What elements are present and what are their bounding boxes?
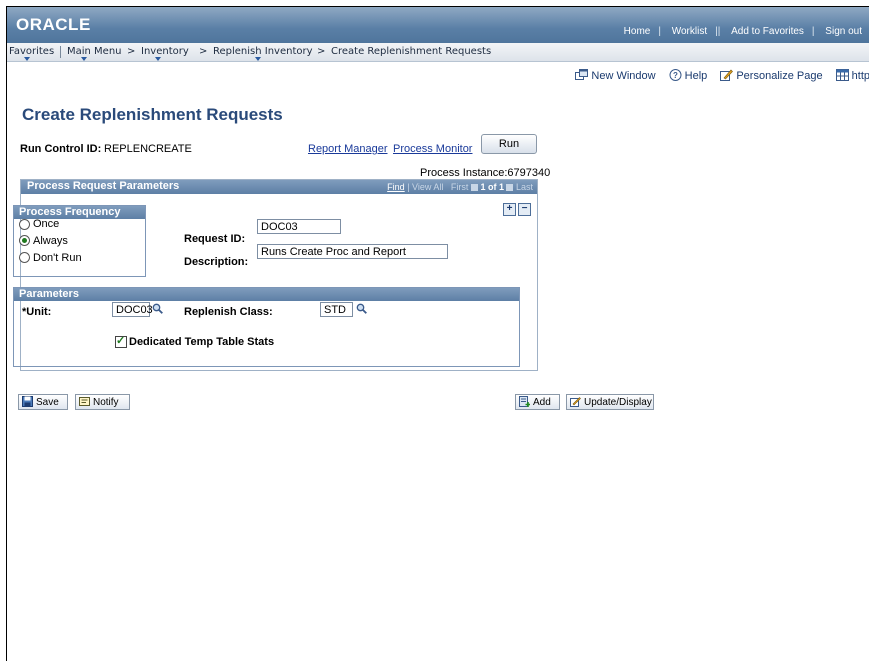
personalize-page-link[interactable]: Personalize Page [720,69,823,82]
row-count: 1 of 1 [480,182,504,192]
breadcrumb-inventory[interactable]: Inventory [141,46,189,57]
browser-frame: ORACLE Home | Worklist || Add to Favorites… [6,6,869,661]
header-separator: | [658,26,661,37]
run-button[interactable]: Run [481,134,537,154]
update-display-button[interactable]: Update/Display [566,394,654,410]
replenish-class-lookup-icon[interactable] [356,303,367,314]
add-icon [519,396,530,407]
worklist-link[interactable]: Worklist [672,26,707,37]
notify-label: Notify [93,397,119,408]
page-title: Create Replenishment Requests [22,105,283,124]
breadcrumb-separator: > [127,46,136,57]
help-link[interactable]: ? Help [669,69,708,82]
frequency-dont-run-radio[interactable] [19,252,30,263]
replenish-class-label: Replenish Class: [184,306,273,318]
notify-button[interactable]: Notify [75,394,130,410]
help-label: Help [684,70,708,82]
svg-text:?: ? [673,71,678,80]
process-frequency-title: Process Frequency [19,206,121,218]
add-row-button[interactable]: + [503,203,516,216]
view-all-link: View All [412,182,444,192]
chevron-down-icon [24,57,30,61]
app-header: ORACLE Home | Worklist || Add to Favorites… [7,7,869,43]
dedicated-temp-table-label: Dedicated Temp Table Stats [129,336,275,348]
report-manager-link[interactable]: Report Manager [308,143,388,155]
panel-header: Process Request Parameters Find | View A… [21,180,537,194]
http-link[interactable]: http [835,69,869,82]
breadcrumb-current: Create Replenishment Requests [331,46,492,57]
unit-lookup-icon[interactable] [152,303,163,314]
chevron-down-icon [155,57,161,61]
header-separator: | [811,26,815,37]
frequency-dont-run-label: Don't Run [33,252,82,264]
sign-out-link[interactable]: Sign out [825,26,862,37]
oracle-logo: ORACLE [16,15,91,34]
first-link: First [450,182,469,192]
personalize-label: Personalize Page [736,70,823,82]
parameters-group: Parameters [13,287,520,367]
new-window-icon [575,69,589,80]
notify-icon [79,397,90,406]
panel-title: Process Request Parameters [27,180,180,192]
frequency-always-radio[interactable] [19,235,30,246]
grid-icon [835,69,849,81]
update-display-label: Update/Display [584,397,652,408]
add-to-favorites-link[interactable]: Add to Favorites [731,26,804,37]
save-label: Save [36,397,59,408]
breadcrumb-separator: > [317,46,326,57]
http-label: http [851,70,869,82]
run-control-label: Run Control ID: [20,143,102,155]
breadcrumb-replenish-inventory[interactable]: Replenish Inventory [213,46,313,57]
main-menu[interactable]: Main Menu [67,46,122,57]
delete-row-button[interactable]: − [518,203,531,216]
home-link[interactable]: Home [624,26,651,37]
favorites-menu[interactable]: Favorites [9,46,54,57]
frequency-once-label: Once [33,218,60,230]
last-link: Last [515,182,533,192]
description-label: Description: [184,256,249,268]
update-display-icon [570,397,581,407]
run-control-value: REPLENCREATE [104,143,192,155]
request-id-input[interactable]: DOC03 [257,219,341,234]
frequency-always-label: Always [33,235,68,247]
unit-input[interactable]: DOC03 [112,302,153,317]
request-id-label: Request ID: [184,233,246,245]
first-arrow-icon [470,184,478,191]
panel-navigation: Find | View All First 1 of 1 Last [387,182,533,192]
add-button[interactable]: Add [515,394,560,410]
add-label: Add [533,397,551,408]
parameters-header: Parameters [14,288,519,301]
replenish-class-input[interactable]: STD [320,302,353,317]
parameters-title: Parameters [19,288,79,300]
description-input[interactable]: Runs Create Proc and Report [257,244,448,259]
process-instance: Process Instance:6797340 [420,167,551,179]
menu-divider [60,46,61,58]
unit-label: *Unit: [22,306,52,318]
breadcrumb: Favorites Main Menu > Inventory > Replen… [7,43,869,62]
chevron-down-icon [81,57,87,61]
new-window-link[interactable]: New Window [575,69,656,82]
dedicated-temp-table-checkbox[interactable] [115,334,127,348]
save-icon [22,396,33,407]
chevron-down-icon [255,57,261,61]
page-toolbar: New Window ? Help Personalize Page http [565,69,869,82]
find-link[interactable]: Find [387,182,405,192]
header-links: Home | Worklist || Add to Favorites | Sign … [616,26,869,37]
process-monitor-link[interactable]: Process Monitor [393,143,472,155]
new-window-label: New Window [591,70,656,82]
save-button[interactable]: Save [18,394,68,410]
help-icon: ? [669,69,682,81]
breadcrumb-separator: > [199,46,208,57]
header-separator: || [715,26,721,37]
last-arrow-icon [506,184,514,191]
frequency-once-radio[interactable] [19,219,30,230]
personalize-icon [720,69,734,81]
